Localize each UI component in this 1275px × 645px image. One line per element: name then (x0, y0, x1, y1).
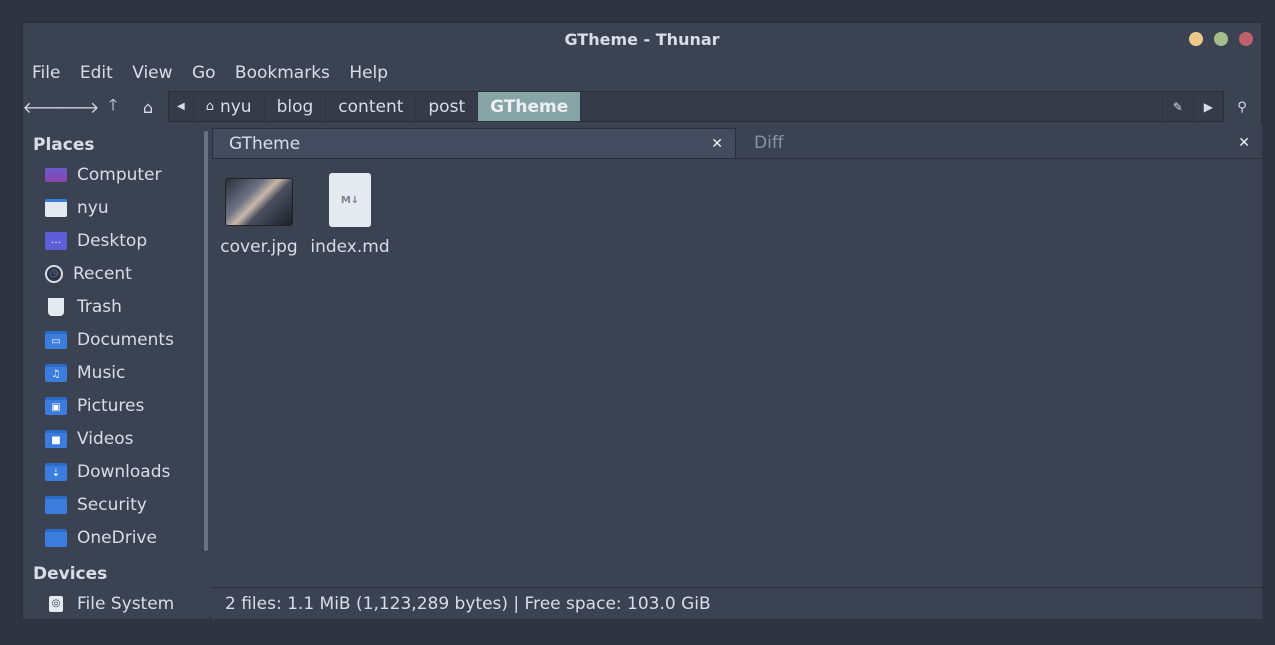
videos-folder-icon: ■ (45, 429, 67, 448)
file-name: cover.jpg (220, 237, 298, 257)
search-icon: ⚲ (1237, 99, 1247, 115)
titlebar[interactable]: GTheme - Thunar (23, 23, 1261, 57)
sidebar-item-onedrive[interactable]: OneDrive (23, 521, 209, 554)
sidebar-item-label: Downloads (77, 461, 171, 482)
sidebar-item-documents[interactable]: ▭ Documents (23, 323, 209, 356)
sidebar-item-videos[interactable]: ■ Videos (23, 422, 209, 455)
sidebar-item-pictures[interactable]: ▣ Pictures (23, 389, 209, 422)
sidebar-item-trash[interactable]: Trash (23, 290, 209, 323)
path-crumb-current[interactable]: GTheme (478, 92, 582, 121)
sidebar-item-recent[interactable]: ◷ Recent (23, 257, 209, 290)
menu-view[interactable]: View (132, 57, 172, 89)
sidebar-item-label: File System (77, 593, 175, 614)
path-scroll-left-button[interactable]: ◀ (169, 92, 194, 121)
documents-folder-icon: ▭ (45, 330, 67, 349)
back-button[interactable]: 🡐 (23, 90, 66, 124)
image-thumbnail (226, 179, 292, 225)
crumb-label: nyu (219, 96, 252, 117)
home-icon: ⌂ (142, 97, 154, 117)
sidebar-item-label: nyu (77, 197, 109, 218)
path-crumb-content[interactable]: content (326, 92, 417, 121)
sidebar-item-label: Security (77, 494, 147, 515)
path-crumb-post[interactable]: post (416, 92, 479, 121)
path-bar: ◀ ⌂ nyu blog content post GTheme ✎ ▶ (168, 91, 1224, 122)
thunar-window: GTheme - Thunar File Edit View Go Bookma… (22, 22, 1275, 619)
main-pane: GTheme ✕ Diff ✕ cover.jpg M↓ index.md 2 … (212, 125, 1275, 619)
close-tab-icon[interactable]: ✕ (1238, 135, 1250, 151)
devices-heading: Devices (33, 564, 108, 584)
menubar: File Edit View Go Bookmarks Help (23, 57, 1261, 89)
tab-label: GTheme (229, 133, 301, 154)
sidebar-item-downloads[interactable]: ⇣ Downloads (23, 455, 209, 488)
caret-left-icon: ◀ (177, 101, 185, 112)
tab-gtheme[interactable]: GTheme ✕ (212, 128, 736, 158)
sidebar-scrollbar[interactable] (204, 131, 208, 551)
file-item[interactable]: cover.jpg (214, 169, 304, 257)
file-item[interactable]: M↓ index.md (305, 169, 395, 257)
menu-file[interactable]: File (32, 57, 60, 89)
tab-bar: GTheme ✕ Diff ✕ (212, 125, 1262, 159)
sidebar: Places Computer nyu … Desktop ◷ Recent T… (23, 125, 209, 619)
arrow-right-icon: 🡒 (56, 98, 100, 117)
close-tab-icon[interactable]: ✕ (711, 136, 723, 152)
places-heading: Places (33, 135, 95, 155)
path-scroll-right-button[interactable]: ▶ (1192, 92, 1223, 121)
sidebar-item-label: Music (77, 362, 126, 383)
path-crumb-blog[interactable]: blog (265, 92, 327, 121)
computer-icon (45, 167, 67, 182)
close-button[interactable] (1239, 32, 1253, 46)
sidebar-item-computer[interactable]: Computer (23, 158, 209, 191)
status-bar: 2 files: 1.1 MiB (1,123,289 bytes) | Fre… (212, 587, 1275, 620)
menu-edit[interactable]: Edit (80, 57, 113, 89)
maximize-button[interactable] (1214, 32, 1228, 46)
markdown-file-icon: M↓ (329, 173, 371, 227)
up-button[interactable]: 🡑 (98, 90, 128, 124)
recent-icon: ◷ (45, 264, 63, 283)
minimize-button[interactable] (1189, 32, 1203, 46)
file-name: index.md (310, 237, 390, 257)
downloads-folder-icon: ⇣ (45, 462, 67, 481)
sidebar-item-desktop[interactable]: … Desktop (23, 224, 209, 257)
arrow-up-icon: 🡑 (108, 94, 118, 114)
sidebar-item-label: Pictures (77, 395, 145, 416)
path-crumb-home[interactable]: ⌂ nyu (194, 92, 265, 121)
sidebar-item-label: Trash (77, 296, 122, 317)
sidebar-item-label: Desktop (77, 230, 148, 251)
sidebar-item-file-system[interactable]: ◎ File System (23, 587, 209, 619)
home-button[interactable]: ⌂ (133, 90, 163, 124)
home-icon: ⌂ (205, 99, 214, 114)
menu-go[interactable]: Go (192, 57, 216, 89)
sidebar-item-label: OneDrive (77, 527, 157, 548)
caret-right-icon: ▶ (1203, 99, 1213, 114)
sidebar-item-label: Recent (73, 263, 132, 284)
edit-path-button[interactable]: ✎ (1161, 92, 1193, 121)
search-button[interactable]: ⚲ (1227, 90, 1257, 124)
desktop-icon: … (45, 231, 67, 250)
pencil-icon: ✎ (1172, 99, 1183, 114)
sidebar-item-label: Videos (77, 428, 134, 449)
toolbar: 🡐 🡒 🡑 ⌂ ◀ ⌂ nyu blog content post GTheme… (23, 90, 1261, 124)
trash-icon (48, 297, 64, 316)
forward-button[interactable]: 🡒 (57, 90, 100, 124)
sidebar-item-nyu[interactable]: nyu (23, 191, 209, 224)
path-spacer (581, 92, 1161, 121)
file-view[interactable]: cover.jpg M↓ index.md (212, 159, 1262, 585)
folder-icon (45, 528, 67, 547)
tab-diff[interactable]: Diff ✕ (738, 128, 1262, 158)
sidebar-item-music[interactable]: ♫ Music (23, 356, 209, 389)
sidebar-item-label: Computer (77, 164, 162, 185)
sidebar-item-label: Documents (77, 329, 174, 350)
pictures-folder-icon: ▣ (45, 396, 67, 415)
menu-bookmarks[interactable]: Bookmarks (235, 57, 330, 89)
menu-help[interactable]: Help (349, 57, 388, 89)
drive-icon: ◎ (49, 595, 63, 612)
sidebar-item-security[interactable]: Security (23, 488, 209, 521)
music-folder-icon: ♫ (45, 363, 67, 382)
home-folder-icon (45, 198, 67, 217)
tab-label: Diff (754, 133, 784, 153)
window-title: GTheme - Thunar (564, 30, 720, 49)
folder-icon (45, 495, 67, 514)
